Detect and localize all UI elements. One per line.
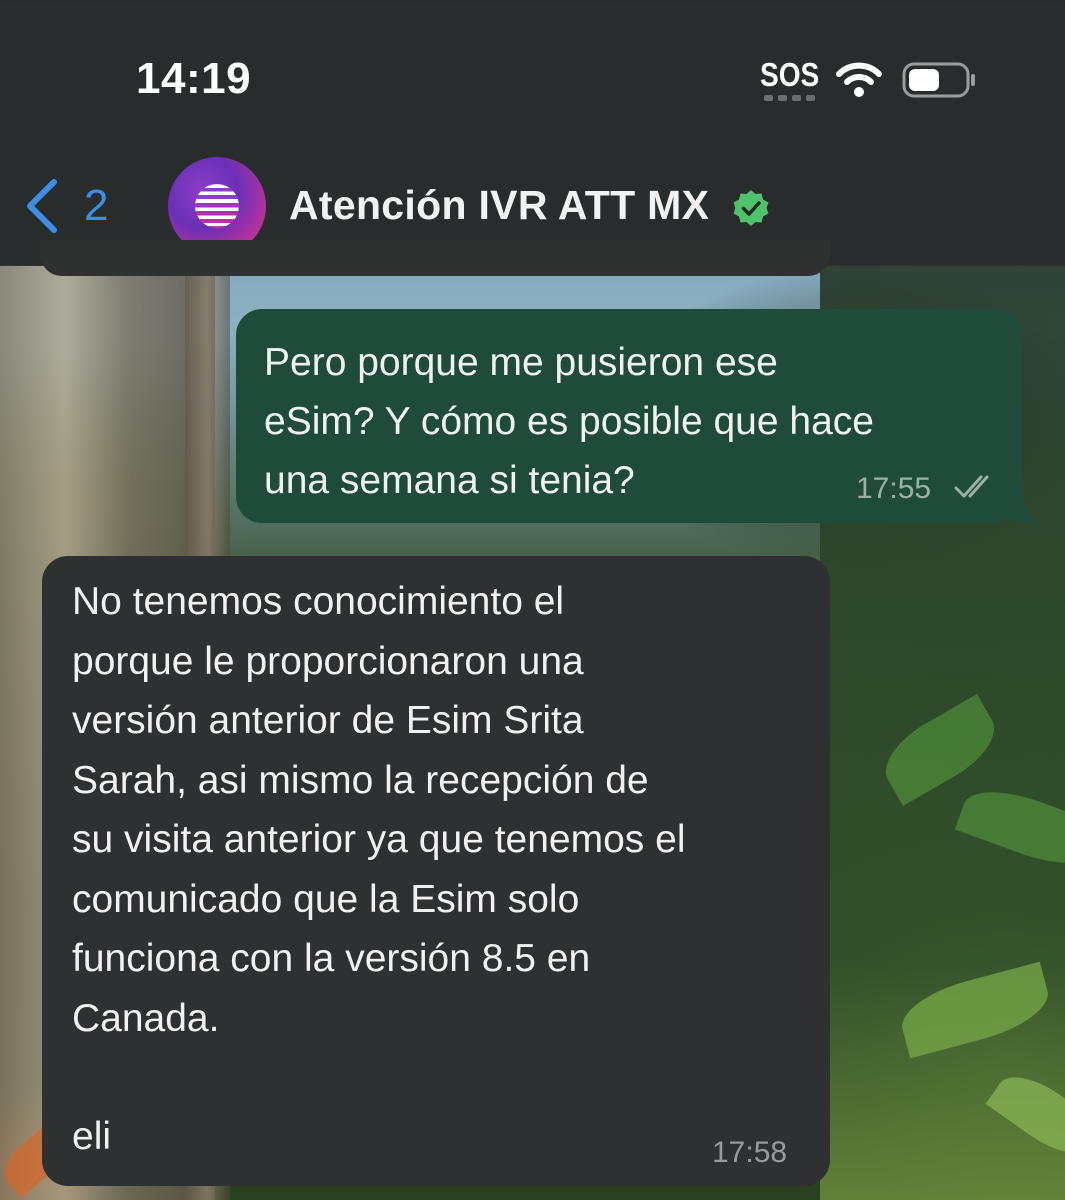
message-text: No tenemos conocimiento el porque le pro… [72, 580, 686, 1040]
read-double-check-icon [954, 475, 989, 498]
verified-badge-icon [733, 190, 769, 226]
sos-label: SOS [760, 56, 820, 93]
message-time: 17:55 [856, 472, 932, 505]
bubble-tail [1002, 490, 1040, 524]
contact-name[interactable]: Atención IVR ATT MX [289, 182, 709, 229]
sos-indicator: SOS [760, 56, 820, 106]
status-time: 14:19 [136, 54, 252, 103]
incoming-message-bubble[interactable]: No tenemos conocimiento el porque le pro… [42, 556, 830, 1186]
chat-header: 14:19 SOS 2 Atención IVR ATT MX [0, 0, 1065, 266]
back-unread-count[interactable]: 2 [84, 181, 108, 231]
signal-dots-icon [764, 95, 815, 101]
back-chevron-icon[interactable] [22, 178, 62, 234]
wifi-icon [836, 62, 882, 97]
previous-message-bubble [40, 240, 830, 276]
battery-icon [902, 62, 975, 98]
message-signature: eli [72, 1115, 112, 1158]
message-time: 17:58 [712, 1136, 788, 1169]
outgoing-message-bubble[interactable]: Pero porque me pusieron ese eSim? Y cómo… [236, 309, 1022, 523]
